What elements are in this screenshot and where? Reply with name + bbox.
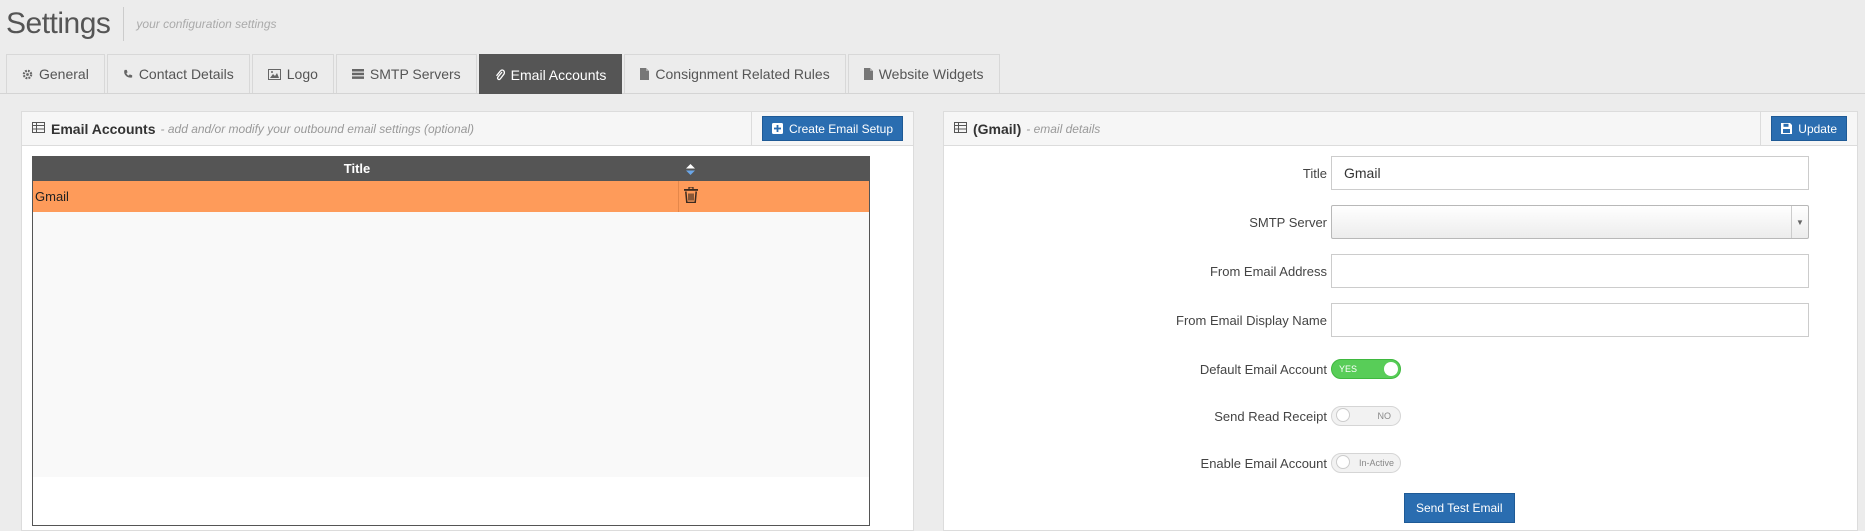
tab-label: Contact Details [138,66,234,82]
form-row-from-address: From Email Address [944,254,1857,288]
form-row-default: Default Email Account YES [944,352,1857,386]
toggle-knob [1336,408,1350,422]
table-icon [32,120,45,138]
table-row[interactable]: Gmail [33,181,869,212]
tab-smtp-servers[interactable]: SMTP Servers [335,54,477,93]
trash-icon[interactable] [684,186,698,206]
title-label: Title [1302,165,1327,181]
sort-icon[interactable] [686,163,695,178]
default-email-account-toggle[interactable]: YES [1331,359,1401,379]
toggle-label: NO [1377,411,1392,421]
settings-tabs: General Contact Details Logo SMTP Server… [6,54,1865,94]
panel-header: (Gmail) - email details Update [944,112,1857,146]
create-email-setup-button[interactable]: Create Email Setup [761,116,903,141]
toggle-label: YES [1339,364,1358,374]
page-header: Settings your configuration settings [6,6,277,42]
tab-label: SMTP Servers [369,66,461,82]
tab-email-accounts[interactable]: Email Accounts [478,54,623,94]
form-row-from-name: From Email Display Name [944,303,1857,337]
form-row-smtp-server: SMTP Server ▼ [944,205,1857,239]
tab-general[interactable]: General [6,54,105,93]
file-icon [863,68,873,80]
phone-icon [123,69,133,79]
tab-website-widgets[interactable]: Website Widgets [847,54,1000,93]
from-email-address-label: From Email Address [1209,263,1327,279]
enable-email-account-label: Enable Email Account [1200,455,1327,471]
tab-label: Email Accounts [510,66,607,83]
panel-subtitle: - add and/or modify your outbound email … [160,121,475,136]
smtp-server-select[interactable]: ▼ [1331,205,1809,239]
email-details-panel: (Gmail) - email details Update Title SMT… [943,111,1858,531]
update-label: Update [1798,121,1837,136]
save-icon [1781,123,1793,134]
create-email-setup-label: Create Email Setup [788,121,893,136]
column-header-title[interactable]: Title [33,161,681,176]
table-icon [954,120,967,138]
email-accounts-panel: Email Accounts - add and/or modify your … [21,111,914,531]
plus-square-icon [771,123,783,134]
send-read-receipt-toggle[interactable]: NO [1331,406,1401,426]
tab-label: General [39,66,89,82]
panel-header-actions: Update [1760,112,1857,145]
page-title: Settings [6,7,111,40]
send-read-receipt-label: Send Read Receipt [1214,408,1327,424]
server-icon [351,69,364,79]
tab-consignment-related-rules[interactable]: Consignment Related Rules [624,54,846,93]
toggle-knob [1336,455,1350,469]
panel-title: Email Accounts [51,120,156,137]
from-display-name-label: From Email Display Name [1176,312,1327,328]
page-subtitle: your configuration settings [123,7,277,41]
tab-contact-details[interactable]: Contact Details [106,54,250,93]
grid-header: Title [33,156,869,181]
chevron-down-icon: ▼ [1791,206,1808,238]
file-icon [640,68,650,80]
tab-logo[interactable]: Logo [251,54,334,93]
image-icon [267,68,281,80]
title-input[interactable] [1331,156,1809,190]
panel-title: (Gmail) [973,120,1022,137]
row-title-cell: Gmail [33,181,679,212]
gear-icon [22,69,33,80]
send-test-email-label: Send Test Email [1416,501,1503,515]
smtp-server-label: SMTP Server [1249,214,1327,230]
form-row-title: Title [944,156,1857,190]
tab-label: Logo [286,66,318,82]
from-display-name-input[interactable] [1331,303,1809,337]
toggle-knob [1384,362,1398,376]
panel-header: Email Accounts - add and/or modify your … [22,112,913,146]
form-row-read-receipt: Send Read Receipt NO [944,399,1857,433]
paperclip-icon [495,68,505,81]
tab-label: Consignment Related Rules [655,66,830,82]
panel-header-actions: Create Email Setup [750,112,913,145]
toggle-label: In-Active [1358,458,1394,468]
enable-email-account-toggle[interactable]: In-Active [1331,453,1401,473]
tab-label: Website Widgets [878,66,984,82]
grid-empty-area [33,212,869,477]
update-button[interactable]: Update [1771,116,1847,141]
default-email-account-label: Default Email Account [1199,361,1327,377]
panel-subtitle: - email details [1026,121,1101,136]
from-email-address-input[interactable] [1331,254,1809,288]
email-accounts-grid: Title Gmail [32,156,870,526]
send-test-email-button[interactable]: Send Test Email [1404,493,1515,523]
form-row-enable: Enable Email Account In-Active [944,446,1857,480]
